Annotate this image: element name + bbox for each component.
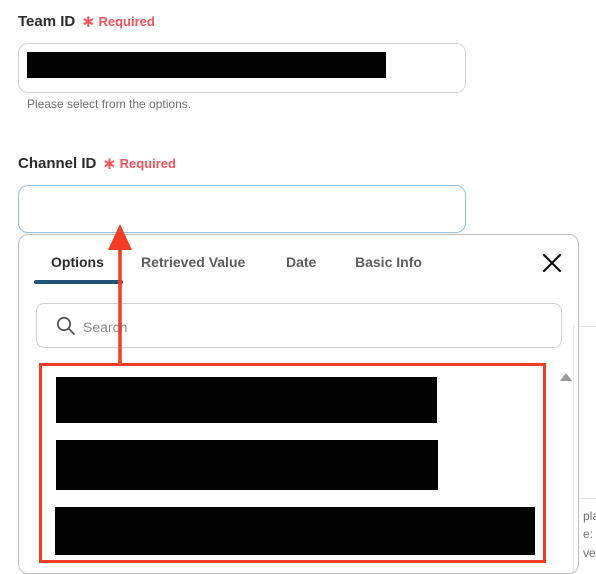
team-id-helper-text: Please select from the options. <box>27 97 192 111</box>
team-id-label: Team ID ∗ Required <box>18 13 155 30</box>
search-icon <box>56 316 75 335</box>
tab-retrieved-value[interactable]: Retrieved Value <box>141 254 245 270</box>
search-input[interactable] <box>81 315 525 339</box>
close-icon <box>542 253 562 273</box>
team-id-label-text: Team ID <box>18 13 76 30</box>
list-item[interactable] <box>19 505 559 557</box>
channel-id-label: Channel ID ∗ Required <box>18 155 176 172</box>
options-dropdown-panel: Options Retrieved Value Date Basic Info <box>18 234 579 574</box>
required-badge: ∗ Required <box>81 13 155 30</box>
list-item[interactable] <box>19 373 559 425</box>
tab-date[interactable]: Date <box>286 254 316 270</box>
redacted-option-value <box>56 377 437 423</box>
asterisk-icon: ∗ <box>81 12 96 31</box>
list-item[interactable] <box>19 437 559 490</box>
required-badge: ∗ Required <box>102 155 176 172</box>
search-box[interactable] <box>36 303 562 348</box>
close-button[interactable] <box>540 251 564 275</box>
tab-options[interactable]: Options <box>51 254 104 270</box>
redacted-option-value <box>55 507 535 555</box>
background-text: play <box>583 509 596 523</box>
scroll-up-arrow-icon[interactable] <box>560 373 572 381</box>
team-id-input[interactable] <box>18 43 466 93</box>
channel-id-input[interactable] <box>18 185 466 233</box>
tab-bar: Options Retrieved Value Date Basic Info <box>19 235 578 285</box>
active-tab-indicator <box>34 280 123 284</box>
tab-basic-info[interactable]: Basic Info <box>355 254 422 270</box>
asterisk-icon: ∗ <box>102 154 117 173</box>
required-text: Required <box>98 14 155 29</box>
scrollbar[interactable] <box>573 325 574 573</box>
channel-id-label-text: Channel ID <box>18 155 97 172</box>
background-divider <box>580 326 596 327</box>
required-text: Required <box>119 156 176 171</box>
background-text: e: <box>583 527 594 541</box>
background-divider <box>580 498 596 499</box>
background-text: ve <box>583 546 596 560</box>
redacted-value <box>27 52 386 78</box>
redacted-option-value <box>56 440 438 490</box>
